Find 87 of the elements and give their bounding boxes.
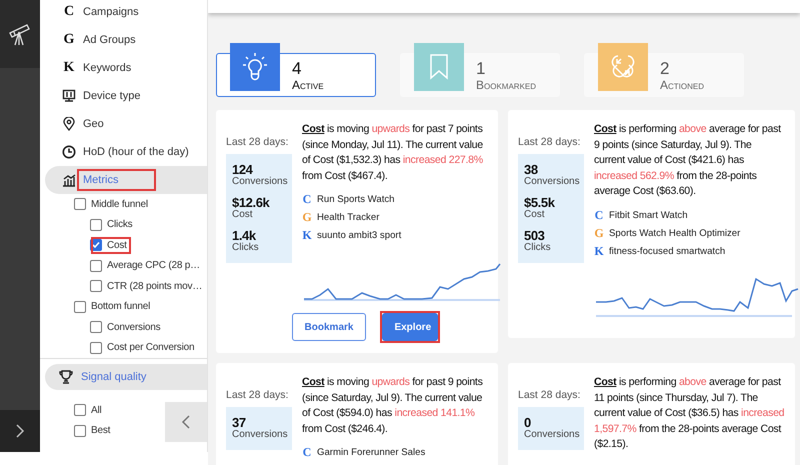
metric-value: 124 [232, 162, 253, 177]
checkbox[interactable] [90, 280, 102, 292]
checkbox-label: Best [90, 424, 112, 438]
metric-label: Clicks [524, 242, 552, 253]
entity-name: Run Sports Watch [317, 194, 394, 205]
metric-value: $12.6k [232, 195, 271, 210]
checkbox[interactable] [90, 342, 102, 354]
checkbox[interactable] [74, 198, 86, 210]
nav-item[interactable]: K Keywords [45, 54, 207, 82]
entity-name: Fitbit Smart Watch [609, 210, 688, 220]
ad-group-letter-icon: G [302, 210, 312, 225]
map-pin-icon [63, 117, 75, 131]
lightbulb-icon [243, 53, 267, 81]
count: 4 [292, 59, 302, 78]
status-label: Bookmarked [476, 78, 536, 92]
metric-label: Conversions [232, 429, 288, 440]
device-icon [62, 89, 76, 103]
bookmark-icon [429, 54, 449, 80]
metric-label: Conversions [524, 429, 580, 440]
metric-value: $5.5k [524, 195, 556, 210]
keyword-letter-icon: K [594, 244, 604, 258]
entity-name: Health Tracker [317, 212, 380, 223]
metric-value: 38 [524, 162, 538, 177]
checkbox-label: Average CPC (28 p… [106, 259, 201, 274]
ad-group-letter-icon: G [594, 226, 604, 240]
metric-label: Conversions [232, 176, 288, 187]
checkbox-label: CTR (28 points mov… [106, 280, 204, 294]
entity-name: suunto ambit3 sport [317, 230, 402, 241]
clock-icon [62, 145, 76, 159]
letter-icon: C [62, 4, 76, 20]
nav-item[interactable]: Geo [45, 110, 207, 138]
status-label: Active [292, 78, 324, 92]
letter-icon: G [62, 32, 76, 48]
metric-value: 37 [232, 415, 246, 430]
trophy-icon [59, 370, 73, 384]
nav-item[interactable]: Device type [45, 82, 207, 110]
checkbox-label: Bottom funnel [90, 300, 152, 314]
checkbox-label: All [90, 404, 103, 418]
entity-name: Garmin Forerunner Sales [317, 447, 426, 458]
checkbox[interactable] [90, 218, 102, 231]
bookmark-button[interactable]: Bookmark [292, 313, 366, 341]
checkbox-label: Middle funnel [90, 198, 149, 212]
period-label: Last 28 days: [518, 136, 582, 148]
campaign-letter-icon: C [594, 208, 604, 222]
bar-chart-icon [62, 174, 76, 186]
period-label: Last 28 days: [518, 389, 582, 401]
metric-label: Conversions [524, 176, 580, 187]
telescope-icon[interactable] [7, 21, 33, 47]
insight-text: Cost is performing above average for past 9 points (since Saturday, Jul 9). The current value of Cost ($421.6) has increased 562.9% from the 28-points average Cost ($63.60). [594, 122, 782, 199]
campaign-letter-icon: C [302, 192, 312, 207]
checkbox[interactable] [74, 300, 86, 313]
checkbox[interactable] [90, 260, 102, 272]
checkbox-label: Cost [91, 236, 131, 254]
count: 2 [660, 59, 670, 78]
checkbox-label: Cost per Conversion [106, 341, 196, 356]
checkbox[interactable] [90, 321, 102, 334]
explore-button[interactable]: Explore [382, 313, 438, 341]
letter-icon: K [62, 60, 76, 76]
campaign-letter-icon: C [302, 445, 312, 460]
signal-quality-tab[interactable]: Signal quality [45, 364, 207, 390]
metric-value: 0 [524, 415, 531, 430]
entity-name: Sports Watch Health Optimizer [609, 228, 740, 238]
count: 1 [476, 59, 486, 78]
chevron-right-icon[interactable] [15, 423, 25, 439]
keyword-letter-icon: K [302, 228, 312, 243]
checkbox[interactable] [74, 404, 86, 416]
entity-name: fitness-focused smartwatch [609, 246, 726, 256]
nav-item[interactable]: Metrics [45, 166, 207, 194]
metric-label: Cost [232, 209, 254, 220]
check-icon [92, 241, 100, 250]
metric-value: 503 [524, 228, 544, 243]
checkbox-label: Conversions [106, 320, 162, 335]
metric-label: Clicks [232, 242, 260, 253]
nav-item[interactable]: C Campaigns [45, 0, 207, 26]
status-label: Actioned [660, 78, 704, 92]
period-label: Last 28 days: [226, 136, 290, 148]
chevron-left-icon [181, 414, 191, 430]
nav-item[interactable]: HoD (hour of the day) [45, 138, 207, 166]
metric-value: 1.4k [232, 228, 256, 243]
metric-label: Cost [524, 209, 546, 220]
insight-text: Cost is performing above average for past 11 points (since Thursday, Jul 7). The current value of Cost ($36.5) has increased 1,597.7% from the 28-points average Cost ($2.15). [594, 375, 785, 452]
checkbox-label: Clicks [106, 218, 134, 232]
checkbox[interactable] [74, 424, 86, 437]
period-label: Last 28 days: [226, 389, 290, 401]
insight-text: Cost is moving upwards for past 7 points (since Monday, Jul 11). The current value of Cost ($1,532.3) has increased 227.8% from Cost ($467.4). [302, 122, 484, 184]
nav-item[interactable]: G Ad Groups [45, 26, 207, 54]
insight-text: Cost is moving upwards for past 9 points (since Saturday, Jul 9). The current value of Cost ($594.0) has increased 141.1% from Cost ($246.4). [302, 375, 484, 436]
